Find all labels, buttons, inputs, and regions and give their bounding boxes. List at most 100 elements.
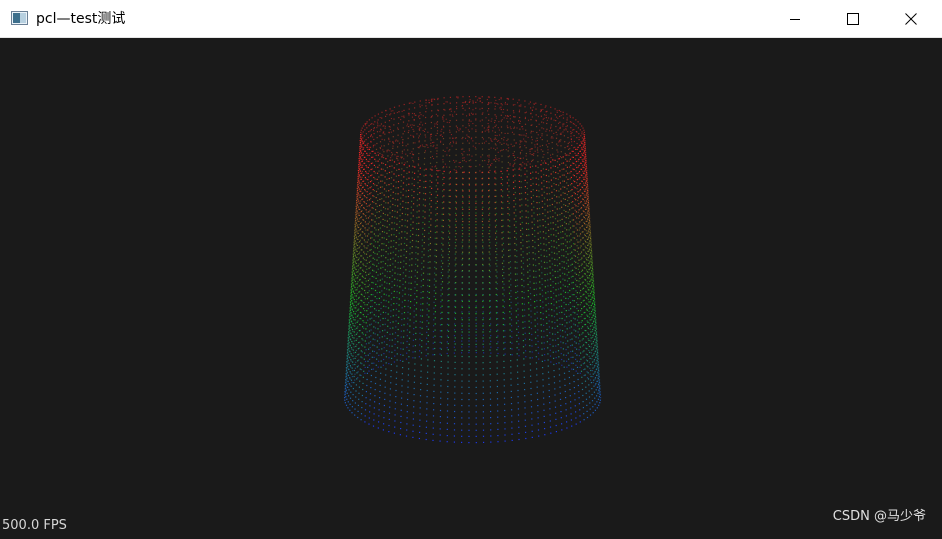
cloud-point — [547, 199, 548, 200]
cloud-point — [406, 185, 407, 186]
cloud-point — [476, 442, 477, 443]
cloud-point — [427, 384, 428, 385]
cloud-point — [482, 247, 483, 248]
cloud-point — [361, 255, 362, 256]
cloud-point — [386, 185, 387, 186]
cloud-point — [428, 256, 429, 257]
cloud-point — [555, 401, 556, 402]
cloud-point — [390, 247, 391, 248]
cloud-point — [571, 214, 572, 215]
cloud-point — [454, 435, 455, 436]
cloud-point — [397, 140, 398, 141]
cloud-point — [518, 332, 519, 333]
cloud-point — [386, 251, 387, 252]
cloud-point — [349, 322, 350, 323]
cloud-point — [386, 179, 387, 180]
cloud-point — [355, 307, 356, 308]
cloud-point — [483, 411, 484, 412]
cloud-point — [356, 328, 357, 329]
cloud-point — [497, 335, 498, 336]
cloud-point — [584, 134, 585, 135]
cloud-point — [428, 262, 429, 263]
cloud-point — [369, 405, 370, 406]
cloud-point — [575, 256, 576, 257]
cloud-point — [577, 298, 578, 299]
cloud-point — [587, 254, 588, 255]
cloud-point — [352, 266, 353, 267]
maximize-button[interactable] — [824, 0, 882, 38]
cloud-point — [400, 354, 401, 355]
cloud-point — [564, 261, 565, 262]
cloud-point — [358, 371, 359, 372]
close-button[interactable] — [882, 0, 940, 38]
cloud-point — [468, 317, 469, 318]
cloud-point — [379, 304, 380, 305]
cloud-point — [416, 314, 417, 315]
cloud-point — [579, 151, 580, 152]
cloud-point — [575, 318, 576, 319]
cloud-point — [410, 313, 411, 314]
cloud-point — [385, 324, 386, 325]
minimize-button[interactable] — [766, 0, 824, 38]
cloud-point — [558, 362, 559, 363]
cloud-point — [538, 341, 539, 342]
cloud-point — [389, 224, 390, 225]
cloud-point — [585, 203, 586, 204]
cloud-point — [503, 284, 504, 285]
cloud-point — [510, 296, 511, 297]
cloud-point — [447, 312, 448, 313]
cloud-point — [397, 205, 398, 206]
pcl-viewer-canvas[interactable]: 500.0 FPS CSDN @马少爷 — [0, 39, 942, 535]
cloud-point — [433, 409, 434, 410]
cloud-point — [502, 300, 503, 301]
cloud-point — [447, 347, 448, 348]
cloud-point — [524, 298, 525, 299]
cloud-point — [489, 160, 490, 161]
cloud-point — [488, 215, 489, 216]
cloud-point — [396, 303, 397, 304]
cloud-point — [419, 413, 420, 414]
cloud-point — [574, 255, 575, 256]
cloud-point — [394, 350, 395, 351]
cloud-point — [449, 172, 450, 173]
cloud-point — [368, 176, 369, 177]
cloud-point — [489, 337, 490, 338]
cloud-point — [430, 249, 431, 250]
cloud-point — [507, 121, 508, 122]
cloud-point — [416, 241, 417, 242]
cloud-point — [531, 191, 532, 192]
cloud-point — [376, 185, 377, 186]
cloud-point — [456, 239, 457, 240]
title-bar[interactable]: pcl—test测试 — [0, 0, 942, 38]
cloud-point — [437, 207, 438, 208]
cloud-point — [359, 212, 360, 213]
cloud-point — [437, 201, 438, 202]
cloud-point — [363, 226, 364, 227]
cloud-point — [597, 347, 598, 348]
cloud-point — [350, 339, 351, 340]
cloud-point — [359, 342, 360, 343]
cloud-point — [419, 432, 420, 433]
cloud-point — [552, 258, 553, 259]
cloud-point — [357, 277, 358, 278]
cloud-point — [501, 226, 502, 227]
cloud-point — [597, 356, 598, 357]
cloud-point — [423, 193, 424, 194]
cloud-point — [508, 231, 509, 232]
cloud-point — [548, 176, 549, 177]
cloud-point — [392, 154, 393, 155]
cloud-point — [433, 325, 434, 326]
cloud-point — [378, 155, 379, 156]
cloud-point — [455, 277, 456, 278]
cloud-point — [344, 394, 345, 395]
cloud-point — [395, 205, 396, 206]
cloud-point — [428, 323, 429, 324]
cloud-point — [580, 316, 581, 317]
cloud-point — [579, 178, 580, 179]
cloud-point — [573, 318, 574, 319]
cloud-point — [569, 377, 570, 378]
cloud-point — [526, 159, 527, 160]
cloud-point — [367, 147, 368, 148]
cloud-point — [565, 337, 566, 338]
cloud-point — [367, 206, 368, 207]
